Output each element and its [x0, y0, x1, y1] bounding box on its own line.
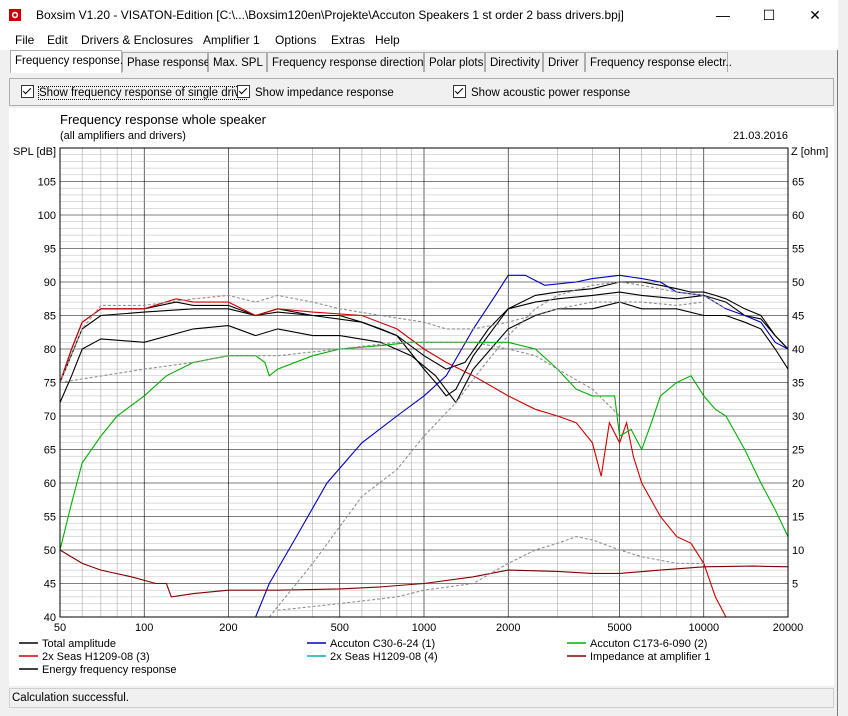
x-tick-label: 10000: [688, 622, 719, 634]
x-tick-label: 500: [331, 622, 349, 634]
series-line: [59, 298, 727, 618]
title-bar: Boxsim V1.20 - VISATON-Edition [C:\...\B…: [0, 0, 838, 30]
y2-tick-label: 55: [792, 244, 804, 256]
tab-frequency-response[interactable]: Frequency response.: [10, 50, 123, 73]
maximize-button[interactable]: ☐: [746, 0, 792, 30]
tab-directivity[interactable]: Directivity: [485, 52, 543, 72]
chart-canvas: Frequency response whole speaker (all am…: [13, 112, 828, 676]
y-tick-label: 70: [44, 411, 56, 423]
legend-label: Energy frequency response: [42, 664, 177, 676]
tab-polar-plots[interactable]: Polar plots: [424, 52, 485, 72]
tab-driver[interactable]: Driver: [543, 52, 585, 72]
y-tick-label: 90: [44, 277, 56, 289]
y2-tick-label: 20: [792, 478, 804, 490]
menu-file[interactable]: File: [15, 33, 34, 47]
x-tick-label: 2000: [496, 622, 520, 634]
y-tick-label: 75: [44, 378, 56, 390]
checkbox-checked-icon: [453, 85, 466, 98]
y-tick-label: 40: [44, 612, 56, 624]
chart-subtitle: (all amplifiers and drivers): [60, 130, 186, 142]
window-title: Boxsim V1.20 - VISATON-Edition [C:\...\B…: [36, 8, 624, 22]
menu-amplifier[interactable]: Amplifier 1: [203, 33, 260, 47]
y-tick-label: 65: [44, 445, 56, 457]
legend-label: Impedance at amplifier 1: [590, 651, 710, 663]
y-tick-label: 95: [44, 244, 56, 256]
single-driver-checkbox[interactable]: Show frequency response of single drive: [21, 85, 248, 100]
chart-legend: Total amplitude Accuton C30-6-24 (1) Accut…: [19, 638, 710, 676]
x-tick-label: 200: [219, 622, 237, 634]
menu-drivers-enclosures[interactable]: Drivers & Enclosures: [81, 33, 193, 47]
y2-tick-label: 25: [792, 445, 804, 457]
menu-options[interactable]: Options: [275, 33, 316, 47]
y-tick-label: 100: [38, 210, 56, 222]
tab-strip: Frequency response. Phase response Max. …: [0, 50, 838, 74]
legend-label: Accuton C30-6-24 (1): [330, 638, 435, 650]
menu-extras[interactable]: Extras: [331, 33, 365, 47]
y-tick-label: 50: [44, 545, 56, 557]
tab-max-spl[interactable]: Max. SPL: [208, 52, 267, 72]
y-tick-label: 80: [44, 344, 56, 356]
y-tick-label: 105: [38, 177, 56, 189]
menu-edit[interactable]: Edit: [47, 33, 68, 47]
y-tick-label: 45: [44, 579, 56, 591]
close-button[interactable]: ✕: [792, 0, 838, 30]
tab-frequency-response-directions[interactable]: Frequency response directions: [267, 52, 429, 72]
chart-grid: [59, 147, 789, 618]
chart-title: Frequency response whole speaker: [60, 112, 267, 127]
y2-tick-label: 40: [792, 344, 804, 356]
y2-tick-label: 35: [792, 378, 804, 390]
minimize-button[interactable]: —: [700, 0, 746, 30]
series-line: [277, 536, 704, 611]
x-tick-label: 20000: [773, 622, 804, 634]
y2-tick-label: 45: [792, 311, 804, 323]
y2-tick-label: 30: [792, 411, 804, 423]
menu-help[interactable]: Help: [375, 33, 400, 47]
y2-tick-label: 15: [792, 512, 804, 524]
status-bar: Calculation successful.: [9, 688, 834, 708]
checkbox-checked-icon: [21, 85, 34, 98]
chart-ticks: 50 100 200 500 1000 2000 5000 10000 20000 40 45 50 5…: [38, 177, 805, 635]
x-tick-label: 100: [135, 622, 153, 634]
checkbox-checked-icon: [237, 85, 250, 98]
tab-phase-response[interactable]: Phase response: [122, 52, 210, 72]
app-window: Boxsim V1.20 - VISATON-Edition [C:\...\B…: [0, 0, 838, 716]
acoustic-power-checkbox[interactable]: Show acoustic power response: [453, 85, 630, 99]
y-tick-label: 85: [44, 311, 56, 323]
y-tick-label: 55: [44, 512, 56, 524]
legend-label: 2x Seas H1209-08 (4): [330, 651, 438, 663]
y2-axis-label: Z [ohm]: [791, 146, 828, 158]
impedance-checkbox[interactable]: Show impedance response: [237, 85, 394, 99]
y-tick-label: 60: [44, 478, 56, 490]
y2-tick-label: 65: [792, 177, 804, 189]
chart-date: 21.03.2016: [733, 130, 788, 142]
menu-bar: File Edit Drivers & Enclosures Amplifier…: [0, 30, 838, 50]
series-line: [255, 274, 789, 618]
tab-frequency-response-electrical[interactable]: Frequency response electr..: [585, 52, 732, 72]
legend-label: 2x Seas H1209-08 (3): [42, 651, 150, 663]
app-icon: [9, 9, 21, 21]
frequency-response-chart: Frequency response whole speaker (all am…: [9, 108, 834, 686]
y2-tick-label: 10: [792, 545, 804, 557]
options-bar: Show frequency response of single drive …: [9, 78, 834, 106]
x-tick-label: 1000: [412, 622, 436, 634]
x-tick-label: 5000: [607, 622, 631, 634]
y2-tick-label: 50: [792, 277, 804, 289]
y2-tick-label: 5: [792, 579, 798, 591]
legend-label: Accuton C173-6-090 (2): [590, 638, 707, 650]
y2-tick-label: 60: [792, 210, 804, 222]
legend-label: Total amplitude: [42, 638, 116, 650]
y-axis-label: SPL [dB]: [13, 146, 56, 158]
status-text: Calculation successful.: [12, 692, 129, 704]
